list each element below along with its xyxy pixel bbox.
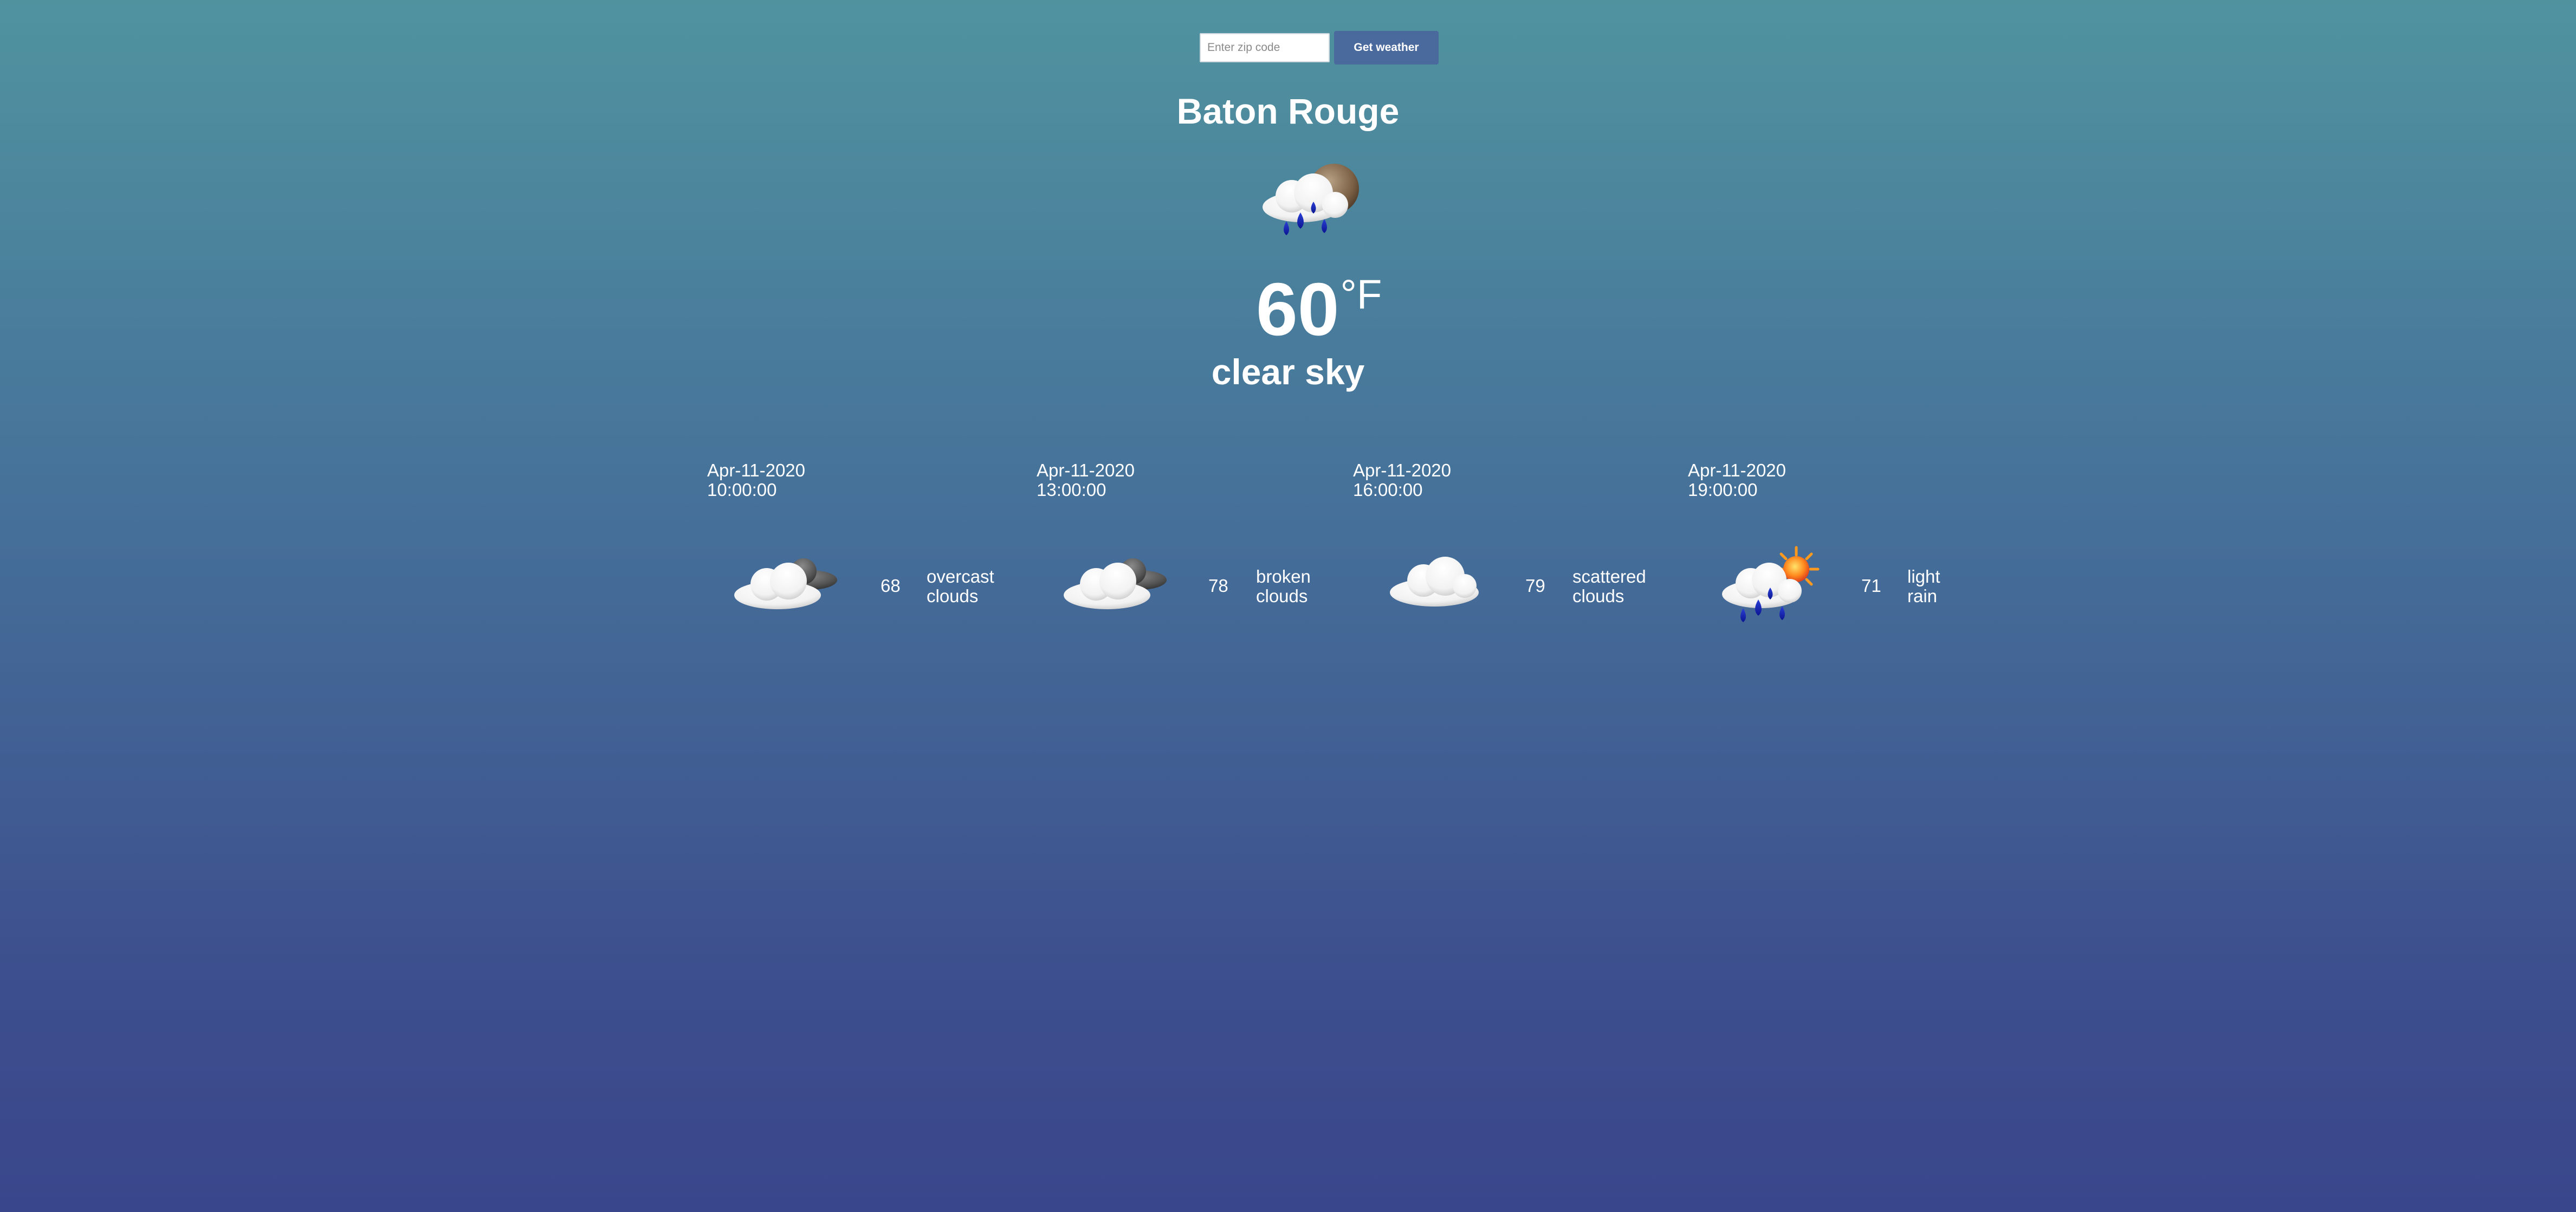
forecast-datetime: Apr-11-2020 16:00:00	[1353, 461, 1451, 500]
forecast-date: Apr-11-2020	[1688, 460, 1787, 480]
forecast-description: overcast clouds	[927, 566, 994, 606]
forecast-time: 16:00:00	[1353, 480, 1423, 500]
scattered-clouds-icon	[1390, 557, 1479, 607]
forecast-temp: 68	[881, 576, 901, 596]
forecast-date: Apr-11-2020	[1037, 460, 1135, 480]
forecast-item: Apr-11-2020 19:00:00 71 light rain	[1688, 461, 1991, 623]
get-weather-button[interactable]: Get weather	[1334, 31, 1439, 65]
current-temperature: 60 °F	[1256, 272, 1382, 347]
overcast-clouds-icon	[734, 558, 837, 609]
light-rain-icon	[1722, 546, 1820, 622]
forecast-datetime: Apr-11-2020 13:00:00	[1037, 461, 1135, 500]
forecast-time: 13:00:00	[1037, 480, 1106, 500]
zip-code-input[interactable]	[1200, 33, 1330, 62]
forecast-date: Apr-11-2020	[707, 460, 806, 480]
forecast-datetime: Apr-11-2020 19:00:00	[1688, 461, 1786, 500]
forecast-temp: 79	[1525, 576, 1545, 596]
search-bar: Get weather	[1200, 31, 1439, 65]
forecast-temp: 71	[1861, 576, 1881, 596]
forecast-temp: 78	[1208, 576, 1228, 596]
forecast-item: Apr-11-2020 13:00:00 78 broken clouds	[1037, 461, 1340, 623]
forecast-description: broken clouds	[1256, 566, 1311, 606]
city-name: Baton Rouge	[1176, 91, 1400, 131]
forecast-datetime: Apr-11-2020 10:00:00	[707, 461, 805, 500]
temperature-unit: °F	[1340, 272, 1382, 318]
weather-description: clear sky	[1211, 352, 1365, 392]
forecast-time: 19:00:00	[1688, 480, 1758, 500]
rain-night-cloud-icon	[1263, 164, 1359, 235]
forecast-description: light rain	[1907, 566, 1940, 606]
forecast-date: Apr-11-2020	[1353, 460, 1452, 480]
forecast-time: 10:00:00	[707, 480, 777, 500]
broken-clouds-icon	[1064, 558, 1167, 609]
forecast-item: Apr-11-2020 10:00:00 68 overcast clouds	[707, 461, 1011, 623]
temperature-value: 60	[1256, 268, 1339, 351]
forecast-description: scattered clouds	[1572, 566, 1646, 606]
forecast-item: Apr-11-2020 16:00:00 79 scattered clouds	[1353, 461, 1656, 623]
